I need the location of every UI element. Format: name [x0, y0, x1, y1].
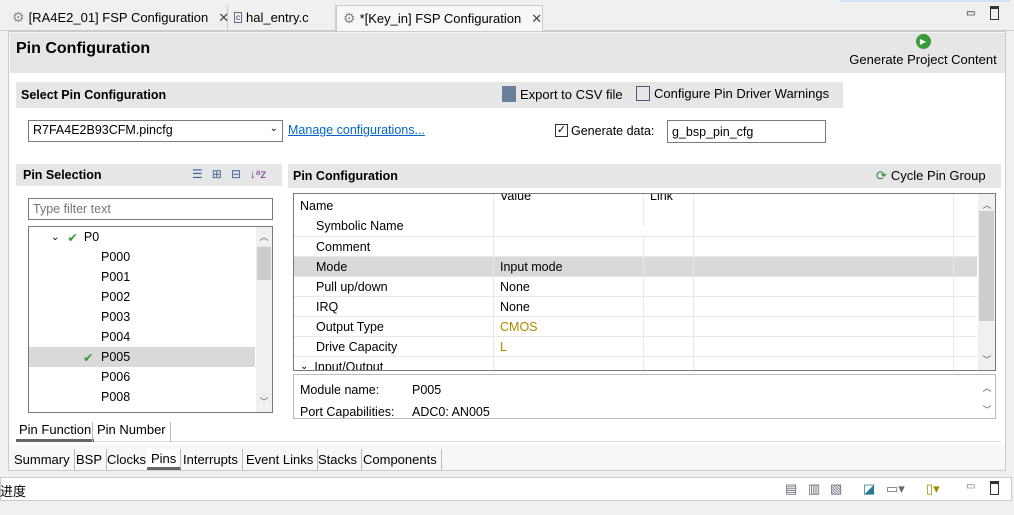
minimize-icon[interactable]: ▭	[966, 8, 975, 19]
table-row[interactable]: Drive Capacity L	[294, 337, 977, 357]
select-pin-config-title: Select Pin Configuration	[21, 88, 167, 102]
table-row[interactable]: ⌄ Input/Output	[294, 357, 977, 370]
bottom-tab-summary[interactable]: Summary	[10, 449, 75, 470]
tab-ra4e2-fsp[interactable]: ⚙ [RA4E2_01] FSP Configuration ✕	[6, 5, 229, 30]
generate-data-checkbox[interactable]: ✓	[555, 124, 568, 137]
check-icon: ✔	[83, 350, 94, 365]
pin-details: Module name: P005 Port Capabilities: ADC…	[293, 374, 996, 419]
maximize-icon[interactable]	[990, 6, 999, 20]
scroll-down-icon[interactable]: ﹀	[979, 353, 995, 366]
generate-project-content-button[interactable]: ▶ Generate Project Content	[849, 34, 997, 67]
chevron-down-icon: ⌄	[269, 123, 278, 134]
tree-item[interactable]: P010	[29, 407, 255, 412]
manage-configurations-link[interactable]: Manage configurations...	[288, 123, 425, 137]
list-icon[interactable]: ☰	[192, 167, 203, 181]
tree-group-p0[interactable]: ⌄ ✔ P0	[29, 227, 255, 247]
scroll-up-icon[interactable]: ︿	[256, 230, 272, 243]
gear-icon: ⚙	[12, 9, 25, 25]
tab-pin-number[interactable]: Pin Number	[92, 422, 171, 442]
bottom-tab-stacks[interactable]: Stacks	[314, 449, 363, 470]
tab-pin-function[interactable]: Pin Function	[16, 422, 95, 442]
tab-hal-entry[interactable]: c hal_entry.c	[228, 5, 336, 30]
table-row[interactable]: Mode Input mode	[294, 257, 977, 277]
bottom-tab-interrupts[interactable]: Interrupts	[179, 449, 243, 470]
scroll-down-icon[interactable]: ﹀	[979, 403, 995, 416]
spreadsheet-save-icon	[502, 86, 516, 102]
cycle-pin-group-button[interactable]: ⟳ Cycle Pin Group	[876, 168, 986, 184]
lock-icon[interactable]: ▥	[808, 481, 820, 497]
pin-config-select[interactable]: R7FA4E2B93CFM.pincfg ⌄	[28, 120, 283, 142]
cycle-icon: ⟳	[876, 168, 887, 183]
tree-item[interactable]: P003	[29, 307, 255, 327]
tree-item[interactable]: P008	[29, 387, 255, 407]
bottom-tab-event-links[interactable]: Event Links	[242, 449, 319, 470]
configure-warnings-button[interactable]: Configure Pin Driver Warnings	[636, 86, 829, 101]
export-csv-button[interactable]: Export to CSV file	[502, 86, 623, 102]
chevron-down-icon[interactable]: ⌄	[51, 232, 59, 243]
close-icon[interactable]: ✕	[531, 11, 542, 27]
table-row[interactable]: Comment	[294, 237, 977, 257]
scroll-up-icon[interactable]: ︿	[979, 198, 995, 211]
checklist-icon	[636, 86, 650, 101]
table-row[interactable]: IRQ None	[294, 297, 977, 317]
tree-item[interactable]: P001	[29, 267, 255, 287]
tab-key-in-fsp[interactable]: ⚙ *[Key_in] FSP Configuration ✕	[336, 5, 543, 31]
chevron-down-icon[interactable]: ⌄	[300, 361, 308, 370]
display-selected-icon[interactable]: ▭▾	[886, 481, 905, 497]
bottom-tab-components[interactable]: Components	[359, 449, 442, 470]
open-console-icon[interactable]: ◪	[863, 481, 875, 497]
remove-icon[interactable]: ▤	[785, 481, 797, 497]
tree-item[interactable]: P000	[29, 247, 255, 267]
scroll-up-icon[interactable]: ︿	[979, 381, 995, 394]
table-scrollbar-thumb[interactable]	[979, 211, 994, 321]
generate-data-input[interactable]	[667, 120, 826, 143]
expand-all-icon[interactable]: ⊞	[212, 167, 222, 181]
minimize-icon[interactable]: ▭	[966, 481, 975, 492]
pin-configuration-title: Pin Configuration	[293, 169, 398, 183]
tree-scrollbar-thumb[interactable]	[257, 247, 271, 280]
generate-data-label: Generate data:	[571, 124, 655, 138]
tree-item[interactable]: P002	[29, 287, 255, 307]
tree-item[interactable]: P004	[29, 327, 255, 347]
pin-config-table[interactable]: Name Value Link Symbolic Name Comment Mode…	[293, 193, 996, 371]
tree-item[interactable]: ✔ P005	[29, 347, 255, 367]
bottom-tab-pins[interactable]: Pins	[147, 449, 182, 470]
collapse-all-icon[interactable]: ⊟	[231, 167, 241, 181]
table-header: Name Value Link	[294, 194, 977, 227]
pin-tree[interactable]: ⌄✔P0 P000P001P002P003P004✔P005P006P008P0…	[28, 226, 273, 413]
check-icon: ✔	[67, 230, 78, 245]
bottom-tab-clocks[interactable]: Clocks	[103, 449, 152, 470]
scroll-down-icon[interactable]: ﹀	[256, 395, 272, 408]
progress-view-tab[interactable]: 进度	[0, 481, 26, 500]
table-row[interactable]: Output Type CMOS	[294, 317, 977, 337]
sort-az-icon[interactable]: ↓ᵃz	[250, 167, 266, 181]
new-view-icon[interactable]: ▯▾	[926, 481, 940, 497]
pin-selection-title: Pin Selection	[23, 168, 102, 182]
table-row[interactable]: Pull up/down None	[294, 277, 977, 297]
table-row[interactable]: Symbolic Name	[294, 216, 977, 237]
page-title: Pin Configuration	[16, 40, 151, 57]
pin-view-icon[interactable]: ▧	[830, 481, 842, 497]
bottom-tab-bsp[interactable]: BSP	[72, 449, 108, 470]
play-icon: ▶	[915, 34, 931, 49]
pin-filter-input[interactable]	[28, 198, 273, 220]
maximize-icon[interactable]	[990, 481, 999, 495]
gear-icon: ⚙	[343, 10, 356, 26]
tree-item[interactable]: P006	[29, 367, 255, 387]
c-file-icon: c	[234, 12, 242, 23]
